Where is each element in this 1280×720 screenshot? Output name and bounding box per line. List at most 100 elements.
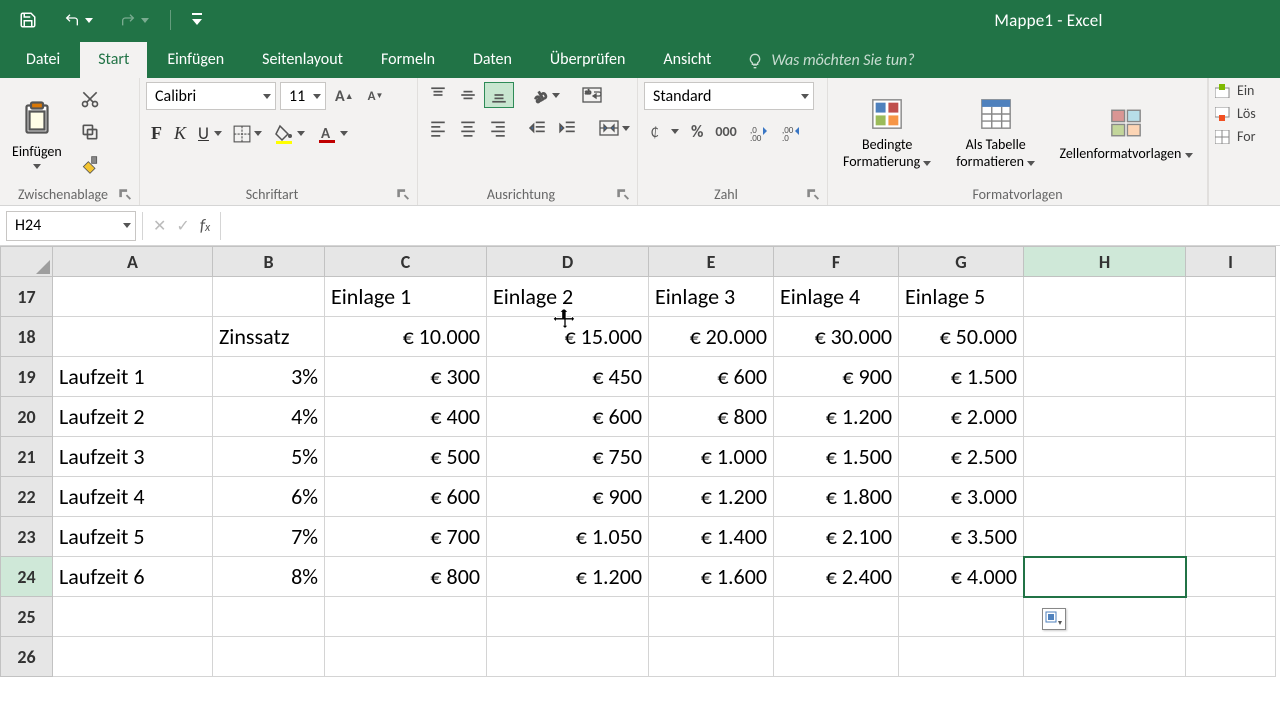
cell-H17[interactable] bbox=[1024, 277, 1186, 317]
cell-I23[interactable] bbox=[1186, 517, 1276, 557]
cell-C19[interactable]: € 300 bbox=[325, 357, 487, 397]
cell-I20[interactable] bbox=[1186, 397, 1276, 437]
dialog-launcher-icon[interactable] bbox=[616, 188, 629, 201]
cell-styles-button[interactable]: Zellenformatvorlagen bbox=[1051, 102, 1201, 167]
cell-H22[interactable] bbox=[1024, 477, 1186, 517]
cell-I25[interactable] bbox=[1186, 597, 1276, 637]
cell-G17[interactable]: Einlage 5 bbox=[899, 277, 1024, 317]
row-header-17[interactable]: 17 bbox=[1, 277, 53, 317]
cell-G20[interactable]: € 2.000 bbox=[899, 397, 1024, 437]
increase-decimal-icon[interactable]: ,0,00 bbox=[744, 118, 774, 145]
column-header-H[interactable]: H bbox=[1024, 247, 1186, 277]
cell-F25[interactable] bbox=[774, 597, 899, 637]
cell-G18[interactable]: € 50.000 bbox=[899, 317, 1024, 357]
cell-B17[interactable] bbox=[213, 277, 325, 317]
dialog-launcher-icon[interactable] bbox=[806, 188, 819, 201]
cell-H18[interactable] bbox=[1024, 317, 1186, 357]
cell-E17[interactable]: Einlage 3 bbox=[649, 277, 774, 317]
tab-start[interactable]: Start bbox=[80, 42, 147, 78]
cell-H24[interactable] bbox=[1024, 557, 1186, 597]
column-header-C[interactable]: C bbox=[325, 247, 487, 277]
cell-H23[interactable] bbox=[1024, 517, 1186, 557]
italic-button[interactable]: K bbox=[169, 120, 191, 147]
cell-E26[interactable] bbox=[649, 637, 774, 677]
cell-G23[interactable]: € 3.500 bbox=[899, 517, 1024, 557]
cell-A19[interactable]: Laufzeit 1 bbox=[53, 357, 213, 397]
cell-A26[interactable] bbox=[53, 637, 213, 677]
align-middle-icon[interactable] bbox=[454, 83, 482, 107]
cell-B25[interactable] bbox=[213, 597, 325, 637]
grow-font-icon[interactable]: A▲ bbox=[330, 84, 359, 109]
row-header-24[interactable]: 24 bbox=[1, 557, 53, 597]
dialog-launcher-icon[interactable] bbox=[118, 188, 131, 201]
row-header-22[interactable]: 22 bbox=[1, 477, 53, 517]
undo-icon[interactable] bbox=[56, 9, 98, 31]
cell-B22[interactable]: 6% bbox=[213, 477, 325, 517]
align-center-icon[interactable] bbox=[454, 116, 482, 140]
cell-C23[interactable]: € 700 bbox=[325, 517, 487, 557]
fill-color-icon[interactable] bbox=[269, 121, 310, 147]
column-header-E[interactable]: E bbox=[649, 247, 774, 277]
cell-D20[interactable]: € 600 bbox=[487, 397, 649, 437]
cell-D23[interactable]: € 1.050 bbox=[487, 517, 649, 557]
column-header-I[interactable]: I bbox=[1186, 247, 1276, 277]
cell-F20[interactable]: € 1.200 bbox=[774, 397, 899, 437]
cell-E24[interactable]: € 1.600 bbox=[649, 557, 774, 597]
cell-F21[interactable]: € 1.500 bbox=[774, 437, 899, 477]
cell-D24[interactable]: € 1.200 bbox=[487, 557, 649, 597]
cell-I22[interactable] bbox=[1186, 477, 1276, 517]
row-header-18[interactable]: 18 bbox=[1, 317, 53, 357]
format-as-table-button[interactable]: Als Tabelle formatieren bbox=[942, 93, 1049, 175]
worksheet-grid[interactable]: ABCDEFGHI17Einlage 1Einlage 2Einlage 3Ei… bbox=[0, 246, 1280, 677]
cell-G22[interactable]: € 3.000 bbox=[899, 477, 1024, 517]
cell-I17[interactable] bbox=[1186, 277, 1276, 317]
fx-icon[interactable]: fx bbox=[200, 215, 210, 236]
cell-D18[interactable]: € 15.000 bbox=[487, 317, 649, 357]
cell-C18[interactable]: € 10.000 bbox=[325, 317, 487, 357]
cell-F24[interactable]: € 2.400 bbox=[774, 557, 899, 597]
cell-I19[interactable] bbox=[1186, 357, 1276, 397]
cell-B26[interactable] bbox=[213, 637, 325, 677]
cell-E20[interactable]: € 800 bbox=[649, 397, 774, 437]
cell-H19[interactable] bbox=[1024, 357, 1186, 397]
paste-button[interactable]: Einfügen bbox=[6, 97, 68, 171]
row-header-20[interactable]: 20 bbox=[1, 397, 53, 437]
cell-C22[interactable]: € 600 bbox=[325, 477, 487, 517]
cell-C26[interactable] bbox=[325, 637, 487, 677]
format-painter-icon[interactable] bbox=[76, 153, 104, 182]
cell-E21[interactable]: € 1.000 bbox=[649, 437, 774, 477]
cell-A22[interactable]: Laufzeit 4 bbox=[53, 477, 213, 517]
cell-E22[interactable]: € 1.200 bbox=[649, 477, 774, 517]
enter-formula-icon[interactable]: ✓ bbox=[176, 216, 189, 236]
decrease-decimal-icon[interactable]: ,00,0 bbox=[776, 118, 806, 145]
cell-F17[interactable]: Einlage 4 bbox=[774, 277, 899, 317]
select-all-cell[interactable] bbox=[1, 247, 53, 277]
row-header-23[interactable]: 23 bbox=[1, 517, 53, 557]
redo-icon[interactable] bbox=[112, 9, 154, 31]
orientation-icon[interactable]: ab bbox=[526, 83, 565, 107]
borders-icon[interactable] bbox=[228, 122, 267, 146]
align-right-icon[interactable] bbox=[484, 116, 512, 140]
cut-icon[interactable] bbox=[76, 87, 104, 116]
cell-D21[interactable]: € 750 bbox=[487, 437, 649, 477]
tab-formeln[interactable]: Formeln bbox=[363, 42, 453, 78]
tab-daten[interactable]: Daten bbox=[455, 42, 530, 78]
cell-F19[interactable]: € 900 bbox=[774, 357, 899, 397]
tab-einfuegen[interactable]: Einfügen bbox=[149, 42, 242, 78]
font-color-icon[interactable]: A bbox=[312, 121, 353, 147]
tab-seitenlayout[interactable]: Seitenlayout bbox=[244, 42, 361, 78]
cell-D19[interactable]: € 450 bbox=[487, 357, 649, 397]
align-top-icon[interactable] bbox=[424, 83, 452, 107]
cell-F26[interactable] bbox=[774, 637, 899, 677]
cell-B23[interactable]: 7% bbox=[213, 517, 325, 557]
cell-D22[interactable]: € 900 bbox=[487, 477, 649, 517]
cell-G25[interactable] bbox=[899, 597, 1024, 637]
cell-C20[interactable]: € 400 bbox=[325, 397, 487, 437]
column-header-F[interactable]: F bbox=[774, 247, 899, 277]
save-icon[interactable] bbox=[14, 8, 42, 32]
wrap-text-icon[interactable]: ab bbox=[577, 83, 607, 107]
cell-D26[interactable] bbox=[487, 637, 649, 677]
percent-format-icon[interactable]: % bbox=[686, 118, 708, 145]
row-header-21[interactable]: 21 bbox=[1, 437, 53, 477]
cell-D17[interactable]: Einlage 2 bbox=[487, 277, 649, 317]
